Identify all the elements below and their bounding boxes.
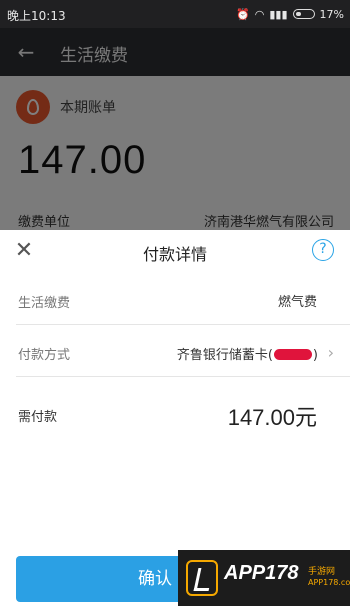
watermark: APP178 手游网 APP178.com <box>178 550 350 606</box>
app178-logo-icon <box>186 560 218 596</box>
service-row: 生活缴费 燃气费 <box>0 275 350 325</box>
status-icons: ⏰ ◠ ▮▮▮ 17% <box>236 6 344 22</box>
status-bar: 晚上10:13 ⏰ ◠ ▮▮▮ 17% <box>0 0 350 28</box>
bank-card-name: 齐鲁银行储蓄卡( <box>176 348 273 363</box>
sheet-title: 付款详情 <box>142 245 207 264</box>
masked-card-number <box>273 349 312 360</box>
sheet-header: ✕ 付款详情 ? <box>0 230 350 272</box>
bank-card-close: ) <box>312 348 318 363</box>
service-label: 生活缴费 <box>18 296 71 311</box>
divider <box>16 324 350 325</box>
wifi-icon: ◠ <box>254 7 265 21</box>
status-time: 晚上10:13 <box>7 9 66 23</box>
payment-method-row[interactable]: 付款方式 齐鲁银行储蓄卡() › <box>0 327 350 377</box>
chevron-right-icon: › <box>327 343 334 362</box>
amount-due-value: 147.00元 <box>227 405 317 430</box>
watermark-text: APP178 <box>224 562 299 584</box>
payment-method-value: 齐鲁银行储蓄卡() <box>177 344 318 363</box>
alarm-icon: ⏰ <box>236 7 250 21</box>
battery-icon <box>292 9 315 19</box>
divider <box>16 376 350 377</box>
help-icon[interactable]: ? <box>312 239 334 261</box>
confirm-label: 确认 <box>138 569 172 589</box>
battery-percent: 17% <box>319 7 344 21</box>
watermark-url: APP178.com <box>308 578 350 587</box>
watermark-cn: 手游网 <box>308 567 336 577</box>
dim-overlay[interactable] <box>0 28 350 230</box>
service-value: 燃气费 <box>277 295 317 310</box>
payment-method-label: 付款方式 <box>18 348 71 363</box>
amount-due-label: 需付款 <box>18 410 58 425</box>
signal-icon: ▮▮▮ <box>269 7 288 21</box>
